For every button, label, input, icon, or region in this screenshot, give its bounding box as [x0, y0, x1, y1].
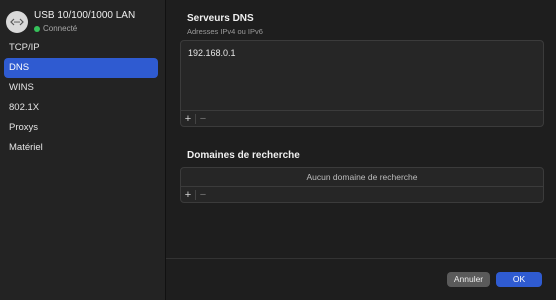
sidebar-item-8021x[interactable]: 802.1X [4, 98, 158, 118]
search-domains-title: Domaines de recherche [187, 150, 300, 161]
sidebar-item-wins[interactable]: WINS [4, 78, 158, 98]
dns-servers-subtitle: Adresses IPv4 ou IPv6 [187, 27, 263, 36]
dns-servers-title: Serveurs DNS [187, 13, 254, 24]
sidebar-item-tcpip[interactable]: TCP/IP [4, 38, 158, 58]
remove-dns-button[interactable]: − [196, 112, 210, 126]
ethernet-icon [6, 11, 28, 33]
dns-server-entry[interactable]: 192.168.0.1 [188, 48, 236, 58]
add-domain-button[interactable]: + [181, 188, 195, 202]
dns-servers-controls: + − [181, 110, 543, 126]
cancel-button[interactable]: Annuler [447, 272, 490, 287]
interface-header: USB 10/100/1000 LAN Connecté [6, 8, 161, 38]
sidebar-item-dns[interactable]: DNS [4, 58, 158, 78]
sidebar: USB 10/100/1000 LAN Connecté TCP/IP DNS … [0, 0, 166, 300]
dns-servers-list[interactable]: 192.168.0.1 + − [180, 40, 544, 127]
sidebar-nav: TCP/IP DNS WINS 802.1X Proxys Matériel [4, 38, 158, 158]
search-domains-controls: + − [181, 186, 543, 202]
search-domains-list[interactable]: Aucun domaine de recherche + − [180, 167, 544, 203]
connection-status-label: Connecté [43, 24, 78, 33]
status-dot-icon [34, 25, 40, 32]
sidebar-item-materiel[interactable]: Matériel [4, 138, 158, 158]
ok-button[interactable]: OK [496, 272, 542, 287]
footer-divider [166, 258, 556, 259]
sidebar-item-proxys[interactable]: Proxys [4, 118, 158, 138]
add-dns-button[interactable]: + [181, 112, 195, 126]
interface-title: USB 10/100/1000 LAN [34, 10, 136, 21]
search-domains-empty-text: Aucun domaine de recherche [306, 172, 418, 182]
remove-domain-button[interactable]: − [196, 188, 210, 202]
connection-status: Connecté [34, 24, 77, 33]
main-panel: Serveurs DNS Adresses IPv4 ou IPv6 192.1… [166, 0, 556, 300]
